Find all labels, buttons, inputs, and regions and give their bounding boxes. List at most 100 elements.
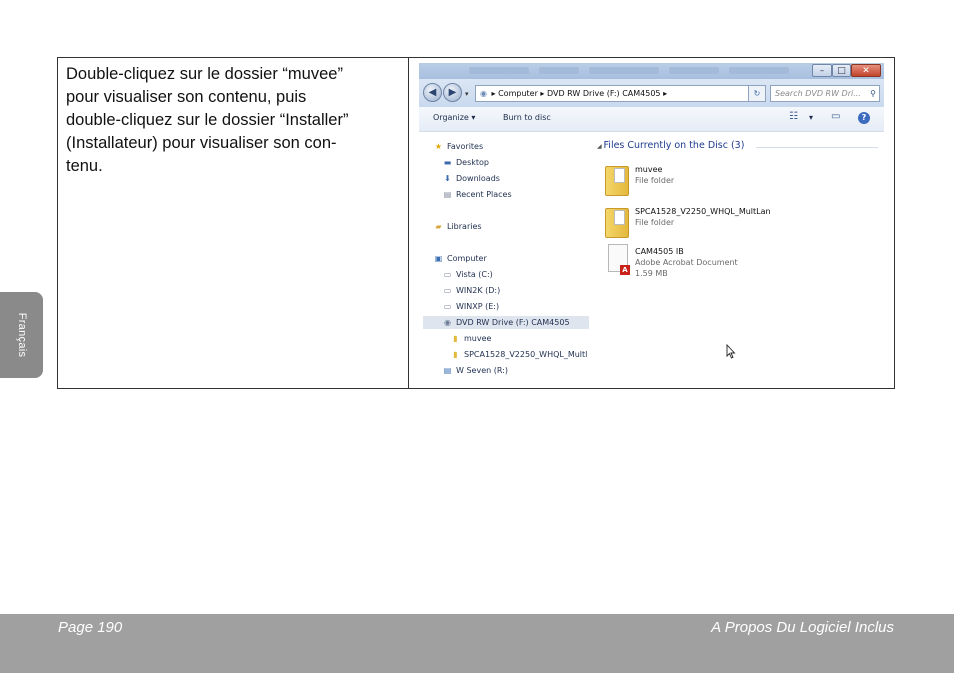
folder-icon — [605, 162, 630, 197]
nav-label: Favorites — [447, 142, 484, 151]
explorer-screenshot: – □ ✕ ◀ ▶ ▾ ◉ ▸ Computer ▸ DVD RW Drive … — [419, 63, 884, 383]
nav-drive-wseven[interactable]: ▤ W Seven (R:) — [442, 364, 508, 377]
file-name: muvee — [635, 165, 663, 174]
organize-button[interactable]: Organize ▾ — [433, 113, 475, 122]
content-pane: ◢ Files Currently on the Disc (3) muvee … — [591, 132, 884, 383]
nav-label: W Seven (R:) — [456, 366, 508, 375]
network-drive-icon: ▤ — [443, 366, 452, 375]
address-bar[interactable]: ◉ ▸ Computer ▸ DVD RW Drive (F:) CAM4505… — [475, 85, 765, 102]
language-tab-label: Français — [15, 312, 28, 358]
nav-label: Recent Places — [456, 190, 512, 199]
recent-places-icon: ▤ — [443, 190, 452, 199]
downloads-icon: ⬇ — [444, 174, 451, 183]
nav-label: Downloads — [456, 174, 500, 183]
instruction-line: tenu. — [66, 157, 103, 175]
group-header[interactable]: ◢ Files Currently on the Disc (3) — [597, 140, 744, 151]
folder-icon: ▮ — [453, 334, 458, 343]
command-toolbar: Organize ▾ Burn to disc ☷ ▾ ▭ ? — [419, 107, 884, 132]
nav-label: Computer — [447, 254, 487, 263]
location-icon: ◉ — [480, 89, 487, 98]
folder-icon: ▮ — [453, 350, 458, 359]
nav-computer[interactable]: ▣ Computer — [433, 252, 487, 265]
file-type: File folder — [635, 218, 675, 227]
drive-icon: ▭ — [443, 302, 452, 311]
titlebar-blur — [669, 67, 719, 74]
breadcrumb-dvd[interactable]: DVD RW Drive (F:) CAM4505 — [547, 89, 661, 98]
group-divider — [756, 147, 878, 148]
table-divider — [408, 58, 409, 388]
navigation-pane: ★ Favorites ▬ Desktop ⬇ Downloads ▤ Recent P… — [419, 132, 591, 383]
titlebar-blur — [729, 67, 789, 74]
history-dropdown-icon[interactable]: ▾ — [465, 90, 469, 98]
nav-desktop[interactable]: ▬ Desktop — [442, 156, 489, 169]
help-icon[interactable]: ? — [858, 112, 870, 124]
nav-label: WIN2K (D:) — [456, 286, 501, 295]
file-item-cam4505-ib[interactable]: A CAM4505 IB Adobe Acrobat Document 1.59… — [605, 244, 875, 282]
drive-icon: ▭ — [443, 270, 452, 279]
nav-label: muvee — [464, 334, 492, 343]
maximize-button[interactable]: □ — [832, 64, 851, 77]
instruction-line: (Installateur) pour visualiser son con- — [66, 134, 337, 152]
nav-recent-places[interactable]: ▤ Recent Places — [442, 188, 512, 201]
star-icon: ★ — [434, 142, 443, 151]
nav-drive-winxp[interactable]: ▭ WINXP (E:) — [442, 300, 499, 313]
nav-dvd-drive[interactable]: ◉ DVD RW Drive (F:) CAM4505 — [423, 316, 589, 329]
refresh-icon[interactable]: ↻ — [748, 85, 766, 102]
file-size: 1.59 MB — [635, 269, 668, 278]
computer-icon: ▣ — [434, 254, 443, 263]
breadcrumb-computer[interactable]: Computer — [498, 89, 538, 98]
search-icon[interactable]: ⚲ — [870, 86, 876, 101]
drive-icon: ▭ — [443, 286, 452, 295]
file-item-spca[interactable]: SPCA1528_V2250_WHQL_MultLan File folder — [605, 204, 875, 242]
nav-label: DVD RW Drive (F:) CAM4505 — [456, 318, 570, 327]
section-title: A Propos Du Logiciel Inclus — [711, 619, 894, 636]
nav-folder-muvee[interactable]: ▮ muvee — [450, 332, 491, 345]
close-button[interactable]: ✕ — [851, 64, 881, 77]
preview-pane-icon[interactable]: ▭ — [831, 111, 840, 122]
folder-icon — [605, 204, 630, 239]
titlebar-blur — [589, 67, 659, 74]
view-options-icon[interactable]: ☷ — [789, 111, 798, 122]
file-item-muvee[interactable]: muvee File folder — [605, 162, 875, 200]
nav-libraries[interactable]: ▰ Libraries — [433, 220, 482, 233]
nav-label: Desktop — [456, 158, 489, 167]
desktop-icon: ▬ — [443, 158, 452, 167]
titlebar-blur — [469, 67, 529, 74]
search-input[interactable]: Search DVD RW Dri... ⚲ — [770, 85, 880, 102]
nav-label: SPCA1528_V2250_WHQL_Multl — [464, 350, 588, 359]
page-number: Page 190 — [58, 619, 123, 636]
file-name: CAM4505 IB — [635, 247, 684, 256]
libraries-icon: ▰ — [435, 222, 442, 231]
window-titlebar: – □ ✕ — [419, 63, 884, 79]
search-placeholder: Search DVD RW Dri... — [775, 89, 861, 98]
nav-label: Libraries — [447, 222, 482, 231]
page-footer: Page 190 A Propos Du Logiciel Inclus — [0, 614, 954, 673]
nav-downloads[interactable]: ⬇ Downloads — [442, 172, 500, 185]
instruction-line: Double-cliquez sur le dossier “muvee” — [66, 65, 343, 83]
instruction-text: Double-cliquez sur le dossier “muvee” po… — [66, 63, 398, 178]
nav-folder-spca[interactable]: ▮ SPCA1528_V2250_WHQL_Multl — [450, 348, 587, 361]
file-type: Adobe Acrobat Document — [635, 258, 738, 267]
minimize-button[interactable]: – — [812, 64, 832, 77]
file-type: File folder — [635, 176, 675, 185]
mouse-cursor-icon — [726, 344, 736, 359]
language-tab: Français — [0, 292, 43, 378]
nav-favorites[interactable]: ★ Favorites — [433, 140, 483, 153]
address-row: ◀ ▶ ▾ ◉ ▸ Computer ▸ DVD RW Drive (F:) C… — [419, 79, 884, 107]
group-header-label: Files Currently on the Disc (3) — [603, 140, 745, 151]
titlebar-blur — [539, 67, 579, 74]
breadcrumb-sep-icon: ▸ — [663, 89, 668, 98]
back-icon[interactable]: ◀ — [423, 83, 442, 102]
burn-to-disc-button[interactable]: Burn to disc — [503, 113, 551, 122]
view-dropdown-icon[interactable]: ▾ — [809, 113, 813, 122]
nav-drive-win2k[interactable]: ▭ WIN2K (D:) — [442, 284, 501, 297]
disc-icon: ◉ — [444, 318, 451, 327]
nav-drive-vista[interactable]: ▭ Vista (C:) — [442, 268, 493, 281]
pdf-icon: A — [605, 244, 630, 279]
forward-icon[interactable]: ▶ — [443, 83, 462, 102]
instruction-line: pour visualiser son contenu, puis — [66, 88, 307, 106]
nav-label: WINXP (E:) — [456, 302, 500, 311]
file-name: SPCA1528_V2250_WHQL_MultLan — [635, 207, 771, 216]
nav-label: Vista (C:) — [456, 270, 493, 279]
instruction-line: double-cliquez sur le dossier “Installer… — [66, 111, 349, 129]
